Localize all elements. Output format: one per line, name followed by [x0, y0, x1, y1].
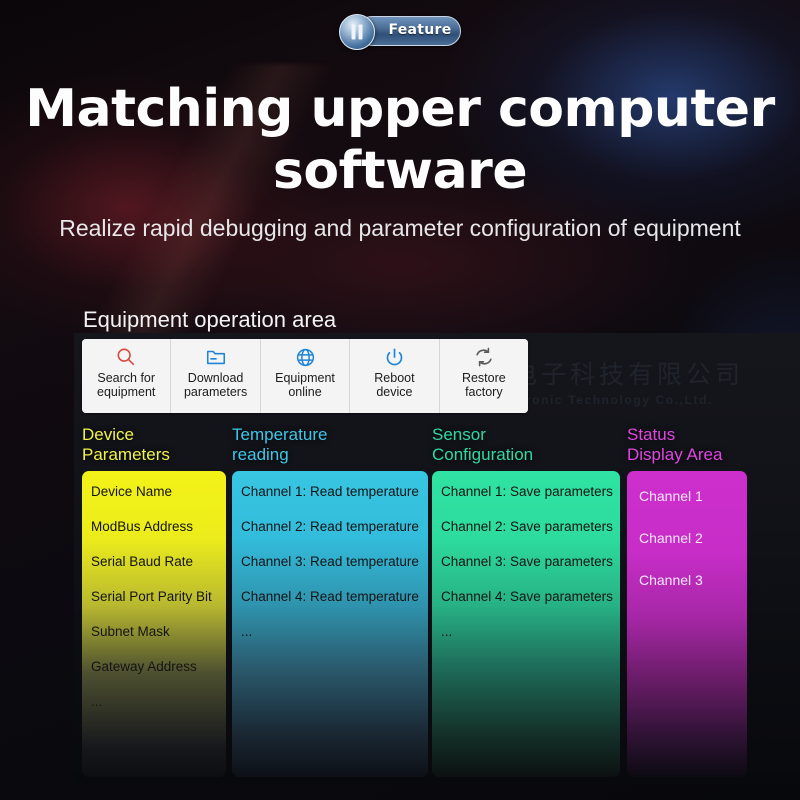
reboot-device-label: Reboot device — [374, 371, 415, 399]
folder-icon — [205, 344, 227, 370]
list-item[interactable]: Serial Port Parity Bit — [82, 588, 226, 606]
column-temperature-reading-heading: Temperature reading — [232, 425, 328, 464]
list-item[interactable]: Channel 3: Save parameters — [432, 553, 620, 571]
column-temperature-reading: Temperature reading Channel 1: Read temp… — [232, 425, 432, 777]
column-sensor-configuration: Sensor Configuration Channel 1: Save par… — [432, 425, 627, 777]
column-status-display-area: Status Display Area Channel 1 Channel 2 … — [627, 425, 752, 777]
list-item[interactable]: Channel 3: Read temperature — [232, 553, 428, 571]
list-item-ellipsis: ... — [441, 624, 453, 639]
restore-factory-label: Restore factory — [461, 371, 506, 399]
list-item[interactable]: ModBus Address — [82, 518, 226, 536]
download-parameters-button[interactable]: Download parameters — [171, 339, 261, 413]
page-title: Matching upper computer software — [25, 79, 775, 201]
list-item[interactable]: Channel 3 — [627, 571, 747, 589]
list-item[interactable]: Gateway Address — [82, 658, 226, 676]
search-icon — [115, 344, 137, 370]
list-item[interactable]: Channel 1: Save parameters — [432, 483, 620, 501]
column-temperature-reading-list: Channel 1: Read temperature Channel 2: R… — [232, 471, 428, 777]
globe-icon — [295, 344, 316, 370]
column-device-parameters: Device Parameters Device Name ModBus Add… — [82, 425, 232, 777]
equipment-operation-area: 电子科技有限公司 ctronic Technology Co.,Ltd. Sea… — [74, 333, 800, 785]
list-item[interactable]: Channel 1 — [627, 487, 747, 505]
list-item[interactable]: Channel 2: Save parameters — [432, 518, 620, 536]
column-sensor-configuration-list: Channel 1: Save parameters Channel 2: Sa… — [432, 471, 620, 777]
search-for-equipment-label: Search for equipment — [97, 371, 156, 399]
toolbar: Search for equipment Download parameters… — [82, 339, 528, 413]
column-status-display-area-heading: Status Display Area — [627, 425, 723, 464]
list-item[interactable]: Channel 2 — [627, 529, 747, 547]
list-item-ellipsis: ... — [91, 694, 103, 709]
equipment-online-label: Equipment online — [275, 371, 335, 399]
page-subtitle: Realize rapid debugging and parameter co… — [59, 215, 741, 241]
refresh-icon — [473, 344, 495, 370]
list-item[interactable]: Subnet Mask — [82, 623, 226, 641]
pause-bars-icon — [339, 14, 375, 50]
reboot-device-button[interactable]: Reboot device — [350, 339, 440, 413]
list-item-ellipsis: ... — [241, 624, 253, 639]
watermark-cn: 电子科技有限公司 — [512, 360, 745, 389]
watermark-en: ctronic Technology Co.,Ltd. — [512, 393, 713, 407]
list-item[interactable]: Channel 1: Read temperature — [232, 483, 428, 501]
list-item[interactable]: Serial Baud Rate — [82, 553, 226, 571]
feature-badge: Feature — [339, 14, 461, 50]
equipment-online-button[interactable]: Equipment online — [260, 339, 351, 413]
section-heading: Equipment operation area — [83, 307, 337, 332]
column-device-parameters-heading: Device Parameters — [82, 425, 170, 464]
download-parameters-label: Download parameters — [183, 371, 248, 399]
feature-badge-label: Feature — [388, 22, 452, 38]
column-sensor-configuration-heading: Sensor Configuration — [432, 425, 534, 464]
column-status-display-area-list: Channel 1 Channel 2 Channel 3 — [627, 471, 747, 777]
watermark: 电子科技有限公司 ctronic Technology Co.,Ltd. — [512, 355, 800, 407]
list-item[interactable]: Channel 4: Read temperature — [232, 588, 428, 606]
list-item[interactable]: Channel 2: Read temperature — [232, 518, 428, 536]
column-device-parameters-list: Device Name ModBus Address Serial Baud R… — [82, 471, 226, 777]
list-item[interactable]: Device Name — [82, 483, 226, 501]
power-icon — [384, 344, 405, 370]
search-for-equipment-button[interactable]: Search for equipment — [82, 339, 172, 413]
list-item[interactable]: Channel 4: Save parameters — [432, 588, 620, 606]
restore-factory-button[interactable]: Restore factory — [439, 339, 528, 413]
parameter-columns: Device Parameters Device Name ModBus Add… — [82, 425, 792, 777]
